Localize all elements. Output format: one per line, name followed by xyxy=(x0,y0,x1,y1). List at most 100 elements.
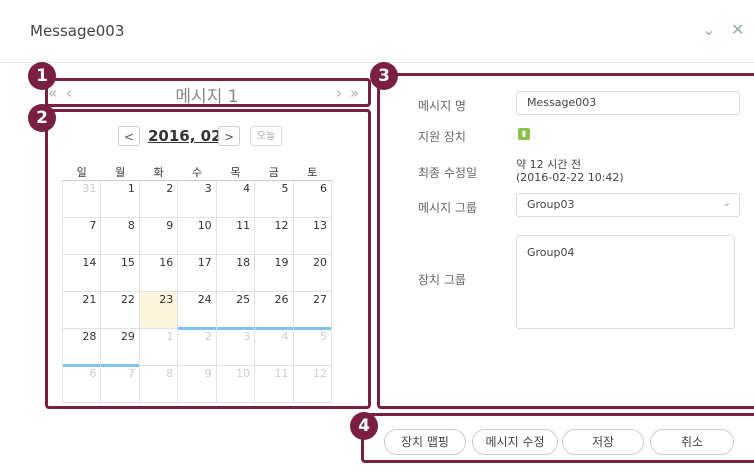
save-button[interactable]: 저장 xyxy=(562,429,644,455)
day-number: 29 xyxy=(120,330,135,343)
calendar-day[interactable]: 13 xyxy=(292,217,333,255)
close-icon[interactable]: ✕ xyxy=(731,20,744,39)
calendar-day[interactable]: 24 xyxy=(177,291,217,330)
prev-month-button[interactable]: < xyxy=(118,126,140,146)
message-name-label: 메시지 명 xyxy=(418,99,466,113)
calendar-day[interactable]: 3 xyxy=(177,180,217,218)
chevron-down-icon: ⌄ xyxy=(722,198,731,209)
callout-badge-3: 3 xyxy=(370,62,398,90)
calendar-day[interactable]: 5 xyxy=(292,328,333,366)
calendar-day[interactable]: 9 xyxy=(177,365,217,403)
calendar-day[interactable]: 28 xyxy=(61,328,102,367)
calendar-day[interactable]: 14 xyxy=(61,254,102,292)
day-number: 8 xyxy=(127,219,135,232)
message-dialog: Message003 ⌄ ✕ 1 2 3 4 메시지 1 « ‹ › » < 2… xyxy=(0,0,754,473)
calendar-day[interactable]: 6 xyxy=(61,365,102,403)
last-modified-label: 최종 수정일 xyxy=(418,166,478,180)
day-number: 11 xyxy=(236,219,251,232)
calendar-day[interactable]: 22 xyxy=(100,291,140,329)
day-number: 18 xyxy=(236,256,251,269)
prev-message-icon[interactable]: ‹ xyxy=(66,84,72,102)
day-number: 27 xyxy=(313,293,327,306)
calendar-day[interactable]: 6 xyxy=(292,180,333,218)
calendar-week: 21 22 23 24 25 26 27 xyxy=(61,291,333,330)
calendar-day[interactable]: 4 xyxy=(215,180,256,218)
day-number: 4 xyxy=(281,330,289,343)
weekday-header: 화 xyxy=(139,164,178,181)
day-number: 23 xyxy=(159,293,174,306)
calendar-day[interactable]: 4 xyxy=(254,328,294,366)
day-number: 26 xyxy=(274,293,289,306)
message-name-field[interactable]: Message003 xyxy=(516,91,740,115)
last-message-icon[interactable]: » xyxy=(350,84,359,102)
month-label[interactable]: 2016, 02 xyxy=(148,127,222,145)
calendar-day[interactable]: 8 xyxy=(100,217,140,255)
calendar-day[interactable]: 1 xyxy=(138,328,179,366)
device-group-value: Group04 xyxy=(527,246,575,259)
supported-device-label: 지원 장치 xyxy=(418,130,466,144)
calendar-day[interactable]: 2 xyxy=(138,180,179,218)
calendar-day[interactable]: 10 xyxy=(177,217,217,255)
calendar-day[interactable]: 2 xyxy=(177,328,217,366)
day-number: 20 xyxy=(313,256,327,269)
calendar-day[interactable]: 29 xyxy=(100,328,140,367)
calendar-day[interactable]: 21 xyxy=(61,291,102,329)
day-number: 21 xyxy=(82,293,97,306)
day-number: 15 xyxy=(120,256,135,269)
day-number: 8 xyxy=(166,367,174,380)
day-number: 10 xyxy=(236,367,251,380)
calendar-day[interactable]: 10 xyxy=(215,365,256,403)
first-message-icon[interactable]: « xyxy=(48,84,57,102)
weekday-header: 월 xyxy=(100,164,140,181)
calendar-day[interactable]: 7 xyxy=(100,365,140,403)
calendar-week: 28 29 1 2 3 4 5 xyxy=(61,328,333,367)
message-group-select[interactable]: Group03 ⌄ xyxy=(516,193,740,217)
calendar-day[interactable]: 16 xyxy=(138,254,179,292)
calendar-week: 6 7 8 9 10 11 12 xyxy=(61,365,333,403)
calendar-week: 14 15 16 17 18 19 20 xyxy=(61,254,333,292)
calendar-week: 7 8 9 10 11 12 13 xyxy=(61,217,333,255)
today-button[interactable]: 오늘 xyxy=(250,126,282,146)
day-number: 5 xyxy=(320,330,327,343)
calendar-day[interactable]: 23 xyxy=(138,291,179,329)
calendar-day[interactable]: 11 xyxy=(254,365,294,403)
calendar-day[interactable]: 18 xyxy=(215,254,256,292)
message-nav-title: 메시지 1 xyxy=(175,87,239,107)
calendar-day[interactable]: 12 xyxy=(254,217,294,255)
next-message-icon[interactable]: › xyxy=(336,84,342,102)
calendar-day[interactable]: 15 xyxy=(100,254,140,292)
calendar-day[interactable]: 7 xyxy=(61,217,102,255)
day-number: 12 xyxy=(313,367,327,380)
day-number: 22 xyxy=(120,293,135,306)
calendar-day[interactable]: 8 xyxy=(138,365,179,403)
last-modified-date: (2016-02-22 10:42) xyxy=(516,171,624,184)
day-number: 28 xyxy=(82,330,97,343)
cancel-button[interactable]: 취소 xyxy=(650,429,734,455)
calendar-day[interactable]: 31 xyxy=(61,180,102,218)
calendar-day[interactable]: 20 xyxy=(292,254,333,292)
calendar-day[interactable]: 1 xyxy=(100,180,140,218)
calendar-day[interactable]: 3 xyxy=(215,328,256,366)
calendar-day[interactable]: 27 xyxy=(292,291,333,330)
day-number: 31 xyxy=(82,182,97,195)
day-number: 24 xyxy=(197,293,212,306)
calendar-day[interactable]: 26 xyxy=(254,291,294,330)
next-month-button[interactable]: > xyxy=(218,126,240,146)
calendar-day[interactable]: 5 xyxy=(254,180,294,218)
minimize-chevron-icon[interactable]: ⌄ xyxy=(702,20,715,39)
calendar-day[interactable]: 12 xyxy=(292,365,333,403)
day-number: 7 xyxy=(89,219,97,232)
calendar-day[interactable]: 11 xyxy=(215,217,256,255)
weekday-header: 일 xyxy=(62,164,101,181)
calendar-day[interactable]: 19 xyxy=(254,254,294,292)
day-number: 1 xyxy=(127,182,135,195)
title-bar: Message003 ⌄ ✕ xyxy=(0,0,754,63)
device-mapping-button[interactable]: 장치 맵핑 xyxy=(384,429,466,455)
calendar-day[interactable]: 9 xyxy=(138,217,179,255)
calendar-day[interactable]: 17 xyxy=(177,254,217,292)
weekday-header: 목 xyxy=(216,164,255,181)
edit-message-button[interactable]: 메시지 수정 xyxy=(472,429,558,455)
calendar-day[interactable]: 25 xyxy=(215,291,256,330)
device-group-field[interactable]: Group04 xyxy=(516,235,735,329)
day-number: 19 xyxy=(274,256,289,269)
